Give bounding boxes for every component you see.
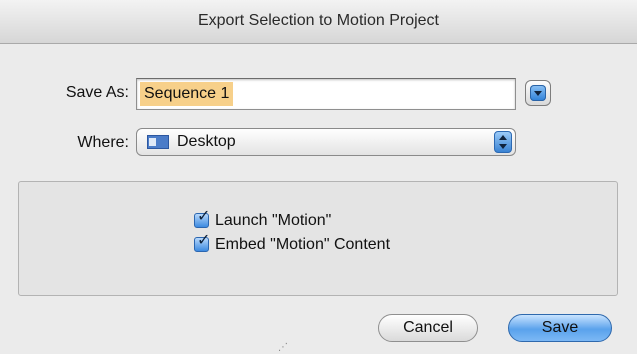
checkmark-icon: ✓ — [197, 208, 211, 225]
export-dialog: Export Selection to Motion Project Save … — [0, 0, 637, 354]
save-button[interactable]: Save — [508, 314, 612, 342]
save-as-value[interactable]: Sequence 1 — [140, 82, 234, 106]
embed-motion-checkbox[interactable]: ✓ — [194, 233, 210, 252]
where-label: Where: — [77, 134, 129, 151]
disclosure-arrow — [534, 91, 542, 96]
window-title: Export Selection to Motion Project — [197, 12, 439, 29]
launch-motion-checkbox[interactable]: ✓ — [194, 209, 210, 228]
expand-browser-button[interactable] — [525, 80, 551, 106]
arrow-down-icon — [499, 144, 507, 149]
save-as-field[interactable]: Sequence 1 — [136, 78, 516, 110]
desktop-folder-icon — [147, 135, 169, 149]
cancel-button[interactable]: Cancel — [378, 314, 478, 342]
chevron-down-icon — [530, 85, 546, 101]
folder-icon-detail — [149, 138, 156, 146]
checkmark-icon: ✓ — [197, 232, 211, 249]
where-popup[interactable]: Desktop — [136, 128, 516, 156]
where-selected-value: Desktop — [177, 133, 236, 150]
resize-grip-icon[interactable]: ⋰ — [278, 343, 294, 353]
updown-arrows-icon — [494, 131, 512, 153]
embed-motion-label[interactable]: Embed "Motion" Content — [215, 236, 390, 254]
launch-motion-label[interactable]: Launch "Motion" — [215, 212, 331, 230]
options-group: ✓ Launch "Motion" ✓ Embed "Motion" Conte… — [18, 181, 618, 296]
title-bar[interactable]: Export Selection to Motion Project — [0, 0, 637, 44]
arrow-up-icon — [499, 135, 507, 140]
save-as-label: Save As: — [65, 84, 129, 101]
